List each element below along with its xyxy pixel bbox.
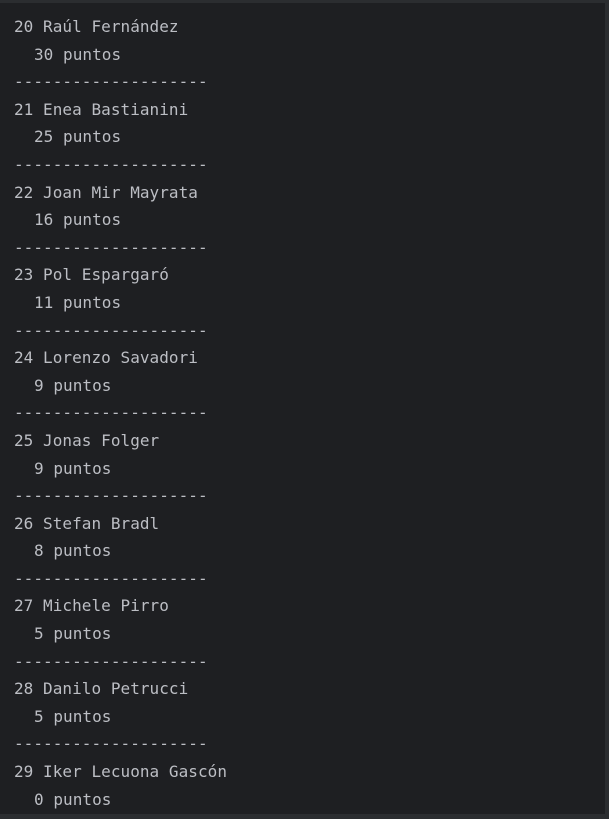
separator-line: -------------------- bbox=[14, 72, 208, 92]
separator-line: -------------------- bbox=[14, 403, 208, 423]
separator-line: -------------------- bbox=[14, 154, 208, 174]
rider-line: 25 Jonas Folger bbox=[14, 430, 160, 450]
rider-line: 20 Raúl Fernández bbox=[14, 17, 179, 36]
separator-line: -------------------- bbox=[14, 320, 208, 340]
standings-entry: 24 Lorenzo Savadori 9 puntos -----------… bbox=[14, 344, 227, 427]
points-line: 16 puntos bbox=[34, 210, 122, 230]
rider-line: 23 Pol Espargaró bbox=[14, 265, 169, 285]
rider-line: 27 Michele Pirro bbox=[14, 596, 169, 616]
standings-entry: 27 Michele Pirro 5 puntos --------------… bbox=[14, 592, 227, 675]
standings-entry: 23 Pol Espargaró 11 puntos -------------… bbox=[14, 261, 227, 344]
standings-entry: 28 Danilo Petrucci 5 puntos ------------… bbox=[14, 675, 227, 758]
standings-entry: 25 Jonas Folger 9 puntos ---------------… bbox=[14, 427, 227, 510]
standings-entry: 20 Raúl Fernández 30 puntos ------------… bbox=[14, 13, 227, 96]
rider-line: 21 Enea Bastianini bbox=[14, 99, 189, 119]
points-line: 25 puntos bbox=[34, 127, 122, 147]
rider-line: 22 Joan Mir Mayrata bbox=[14, 182, 198, 202]
standings-entry: 29 Iker Lecuona Gascón 0 puntos bbox=[14, 758, 227, 813]
separator-line: -------------------- bbox=[14, 651, 208, 671]
points-line: 8 puntos bbox=[34, 541, 112, 561]
separator-line: -------------------- bbox=[14, 237, 208, 257]
separator-line: -------------------- bbox=[14, 486, 208, 506]
points-line: 11 puntos bbox=[34, 292, 122, 312]
separator-line: -------------------- bbox=[14, 568, 208, 588]
points-line: 5 puntos bbox=[34, 624, 112, 644]
standings-entry: 22 Joan Mir Mayrata 16 puntos ----------… bbox=[14, 179, 227, 262]
rider-line: 28 Danilo Petrucci bbox=[14, 679, 189, 699]
points-line: 9 puntos bbox=[34, 458, 112, 478]
points-line: 9 puntos bbox=[34, 375, 112, 395]
points-line: 5 puntos bbox=[34, 706, 112, 726]
rider-line: 26 Stefan Bradl bbox=[14, 513, 160, 533]
rider-line: 24 Lorenzo Savadori bbox=[14, 348, 198, 368]
standings-entry: 21 Enea Bastianini 25 puntos -----------… bbox=[14, 96, 227, 179]
points-line: 0 puntos bbox=[34, 789, 112, 809]
rider-line: 29 Iker Lecuona Gascón bbox=[14, 762, 228, 782]
console-output-text: 20 Raúl Fernández 30 puntos ------------… bbox=[14, 13, 227, 813]
console-output-panel: 20 Raúl Fernández 30 puntos ------------… bbox=[0, 0, 609, 819]
separator-line: -------------------- bbox=[14, 734, 208, 754]
standings-entry: 26 Stefan Bradl 8 puntos ---------------… bbox=[14, 510, 227, 593]
points-line: 30 puntos bbox=[34, 44, 122, 64]
